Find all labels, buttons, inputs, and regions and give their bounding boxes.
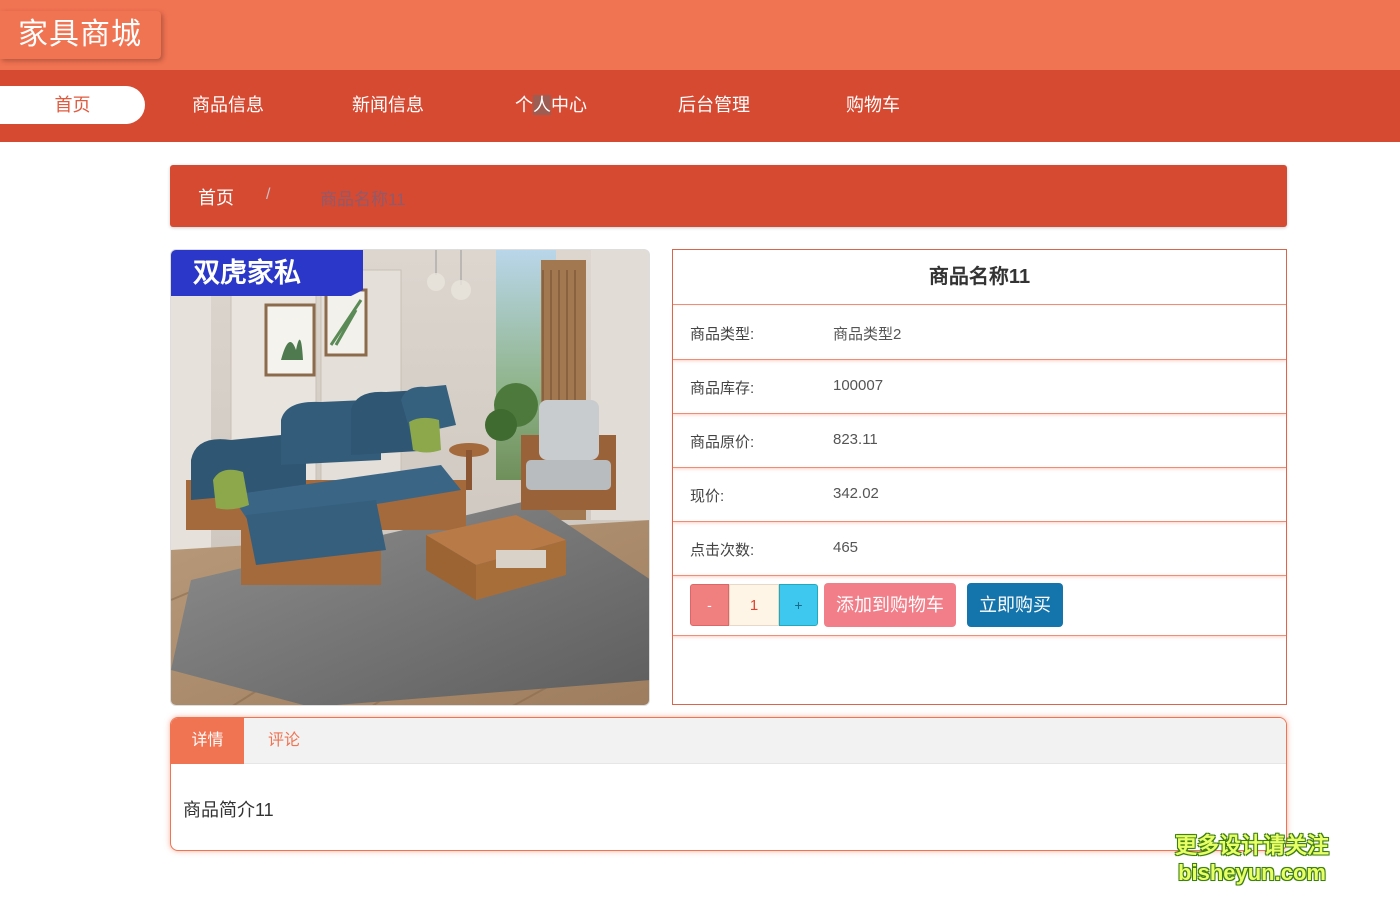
info-row-type: 商品类型: 商品类型2 — [673, 306, 1286, 360]
info-value: 342.02 — [833, 485, 879, 502]
info-label: 点击次数: — [690, 539, 754, 560]
info-row-original-price: 商品原价: 823.11 — [673, 414, 1286, 468]
watermark: 更多设计请关注 bisheyun.com — [1172, 832, 1332, 886]
info-value: 100007 — [833, 377, 883, 394]
breadcrumb-separator: / — [266, 186, 270, 204]
info-label: 商品库存: — [690, 377, 754, 398]
quantity-increase-button[interactable]: + — [779, 584, 818, 626]
info-value: 商品类型2 — [833, 323, 901, 344]
image-brand-text: 双虎家私 — [193, 257, 301, 289]
breadcrumb-home[interactable]: 首页 — [198, 184, 234, 210]
main-nav: 首页 商品信息 新闻信息 个人中心 后台管理 购物车 — [0, 70, 1400, 142]
info-row-current-price: 现价: 342.02 — [673, 468, 1286, 522]
tab-bar: 详情 评论 — [171, 718, 1286, 764]
tab-comments[interactable]: 评论 — [244, 718, 324, 764]
nav-item-news[interactable]: 新闻信息 — [340, 86, 436, 124]
info-label: 商品原价: — [690, 431, 754, 452]
breadcrumb: 首页 / 商品名称11 — [170, 165, 1287, 227]
product-image: 双虎家私 — [170, 249, 650, 706]
watermark-line: bisheyun.com — [1172, 859, 1332, 886]
nav-item-home[interactable]: 首页 — [0, 86, 145, 124]
buy-now-button[interactable]: 立即购买 — [967, 583, 1063, 627]
sofa-photo: 双虎家私 — [171, 250, 650, 706]
purchase-actions: - + 添加到购物车 立即购买 — [673, 575, 1286, 636]
quantity-input[interactable] — [729, 584, 779, 626]
detail-tabs: 详情 评论 商品简介11 — [170, 717, 1287, 851]
nav-item-admin[interactable]: 后台管理 — [666, 86, 762, 124]
watermark-line: 更多设计请关注 — [1172, 832, 1332, 859]
info-label: 商品类型: — [690, 323, 754, 344]
nav-item-cart[interactable]: 购物车 — [835, 86, 911, 124]
product-title: 商品名称11 — [673, 250, 1286, 305]
info-row-clicks: 点击次数: 465 — [673, 522, 1286, 576]
product-info-panel: 商品名称11 商品类型: 商品类型2 商品库存: 100007 商品原价: 82… — [672, 249, 1287, 705]
info-value: 823.11 — [833, 431, 878, 448]
nav-label-part: 个 — [515, 95, 533, 115]
nav-label-part: 中心 — [551, 95, 587, 115]
info-row-stock: 商品库存: 100007 — [673, 360, 1286, 414]
breadcrumb-current: 商品名称11 — [320, 185, 406, 210]
info-label: 现价: — [690, 485, 724, 506]
nav-label-part-highlighted: 人 — [533, 95, 551, 115]
nav-item-personal-center[interactable]: 个人中心 — [503, 86, 599, 124]
site-brand[interactable]: 家具商城 — [0, 11, 161, 59]
top-header: 家具商城 — [0, 0, 1400, 70]
nav-item-products[interactable]: 商品信息 — [180, 86, 276, 124]
product-description: 商品简介11 — [183, 796, 274, 822]
quantity-decrease-button[interactable]: - — [690, 584, 729, 626]
info-value: 465 — [833, 539, 858, 556]
tab-details[interactable]: 详情 — [171, 718, 244, 764]
add-to-cart-button[interactable]: 添加到购物车 — [824, 583, 956, 627]
